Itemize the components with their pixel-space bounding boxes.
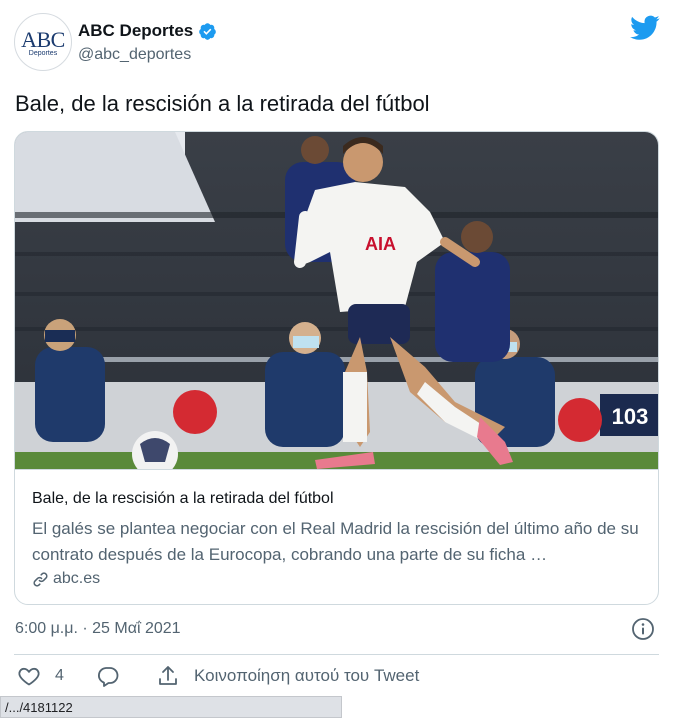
like-count: 4 — [55, 667, 64, 684]
like-button[interactable]: 4 — [17, 664, 64, 688]
action-bar: 4 Κοινοποίηση αυτού του Tweet — [14, 664, 659, 696]
tweet-text: Bale, de la rescisión a la retirada del … — [15, 91, 430, 116]
verified-badge-icon — [199, 22, 217, 40]
card-title[interactable]: Bale, de la rescisión a la retirada del … — [32, 490, 334, 508]
link-card[interactable]: 103 AIA Bale, de la rescisión a la retir… — [14, 131, 659, 605]
link-icon — [33, 571, 48, 587]
card-body[interactable]: Bale, de la rescisión a la retirada del … — [15, 469, 658, 604]
reply-button[interactable] — [96, 664, 120, 688]
reply-bubble-icon — [98, 667, 119, 687]
avatar-logo-subtext: Deportes — [28, 50, 58, 57]
handle[interactable]: @abc_deportes — [78, 46, 191, 64]
card-domain-text[interactable]: abc.es — [53, 570, 100, 588]
board-number: 103 — [612, 404, 649, 429]
card-description: El galés se plantea negociar con el Real… — [32, 519, 639, 564]
card-domain[interactable]: abc.es — [32, 570, 100, 588]
info-icon[interactable] — [631, 617, 655, 641]
name-row: ABC Deportes — [78, 21, 217, 41]
jersey-text: AIA — [365, 234, 396, 254]
share-icon — [159, 666, 177, 685]
tweet-header: ABC Deportes ABC Deportes @abc_deportes — [14, 12, 664, 72]
share-button[interactable]: Κοινοποίηση αυτού του Tweet — [156, 664, 419, 688]
divider — [14, 654, 659, 655]
heart-icon — [18, 667, 40, 686]
card-image[interactable]: 103 AIA — [15, 132, 659, 469]
avatar[interactable]: ABC Deportes — [14, 13, 72, 71]
display-name[interactable]: ABC Deportes — [78, 21, 193, 41]
twitter-bird-icon[interactable] — [630, 15, 660, 41]
share-label: Κοινοποίηση αυτού του Tweet — [194, 666, 420, 685]
browser-status-bar: /.../4181122 — [0, 696, 342, 718]
tweet-timestamp[interactable]: 6:00 μ.μ. · 25 Μαΐ 2021 — [15, 620, 181, 638]
